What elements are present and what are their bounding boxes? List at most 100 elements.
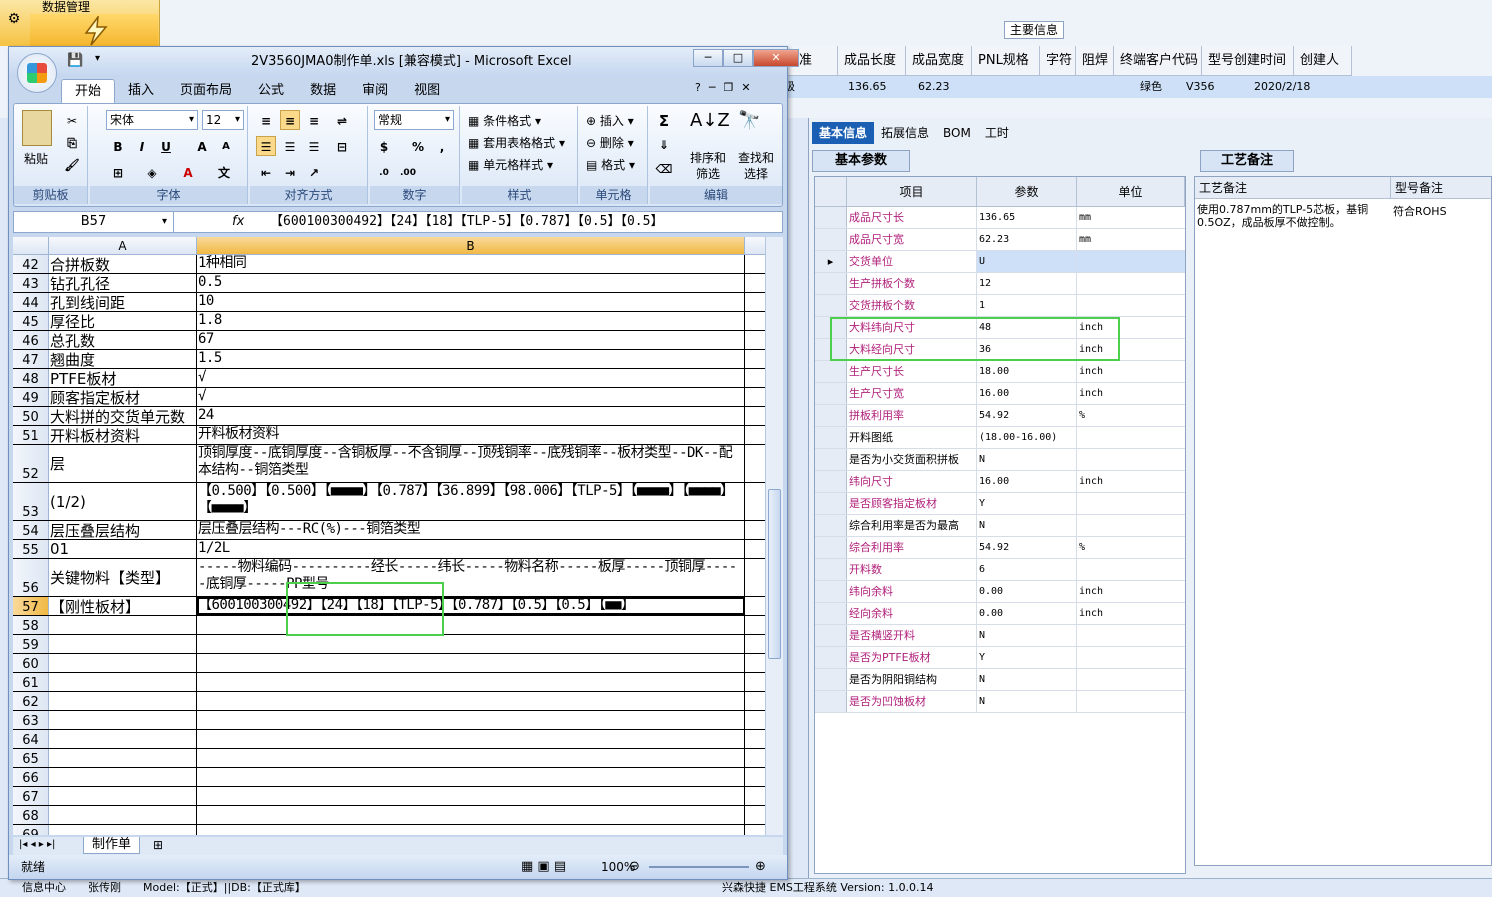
product-col-5[interactable]: 阻焊 (1076, 46, 1114, 75)
row-number[interactable]: 53 (13, 483, 49, 520)
cell-a[interactable]: PTFE板材 (49, 369, 197, 387)
row-number[interactable]: 50 (13, 407, 49, 425)
select-all-corner[interactable] (13, 237, 49, 254)
currency-icon[interactable]: $ (374, 136, 394, 156)
product-col-4[interactable]: 字符 (1040, 46, 1076, 75)
cell-a[interactable] (49, 749, 197, 767)
row-number[interactable]: 54 (13, 521, 49, 539)
param-unit[interactable] (1077, 295, 1185, 316)
cell-a[interactable]: 【刚性板材】 (49, 597, 197, 615)
cell-b[interactable]: 开料板材资料 (197, 426, 745, 444)
view-mode-icons[interactable]: ▦ ▣ ▤ (521, 855, 566, 879)
cell-b[interactable] (197, 635, 745, 653)
param-unit[interactable]: mm (1077, 207, 1185, 228)
minimize-button[interactable]: ─ (693, 49, 723, 67)
param-row[interactable]: 生产拼板个数 12 (815, 273, 1185, 295)
row-number[interactable]: 61 (13, 673, 49, 691)
align-center-icon[interactable]: ☰ (280, 136, 300, 156)
param-row[interactable]: 成品尺寸长 136.65 mm (815, 207, 1185, 229)
param-value[interactable]: N (977, 691, 1077, 712)
row-number[interactable]: 56 (13, 559, 49, 596)
row-number[interactable]: 60 (13, 654, 49, 672)
cell-a[interactable]: 厚径比 (49, 312, 197, 330)
param-row[interactable]: 拼板利用率 54.92% (815, 405, 1185, 427)
function-icon[interactable]: fx (232, 212, 244, 232)
sheet-nav-icons[interactable]: |◂ ◂ ▸ ▸| (19, 837, 55, 853)
format-cells-button[interactable]: ▤ 格式 ▾ (586, 156, 635, 173)
sort-filter-button[interactable]: 排序和筛选 (686, 150, 730, 182)
format-painter-icon[interactable]: 🖌 (62, 154, 82, 174)
fill-color-icon[interactable]: ◈ (142, 162, 162, 182)
process-memo-text[interactable]: 使用0.787mm的TLP-5芯板，基铜0.5OZ，成品板厚不做控制。 (1197, 203, 1387, 229)
param-unit[interactable]: % (1077, 405, 1185, 426)
cell-a[interactable] (49, 692, 197, 710)
align-bottom-icon[interactable]: ≡ (304, 110, 324, 130)
table-format-button[interactable]: ▦ 套用表格格式 ▾ (468, 134, 565, 151)
product-col-6[interactable]: 终端客户代码 (1114, 46, 1202, 75)
param-row[interactable]: 成品尺寸宽 62.23 mm (815, 229, 1185, 251)
param-unit[interactable] (1077, 669, 1185, 690)
column-header-b[interactable]: B (197, 237, 745, 254)
cell-a[interactable] (49, 730, 197, 748)
row-number[interactable]: 57 (13, 597, 49, 615)
param-row[interactable]: 是否为小交货面积拼板 N (815, 449, 1185, 471)
cell-a[interactable] (49, 635, 197, 653)
col-unit[interactable]: 单位 (1077, 177, 1185, 206)
tab-data[interactable]: 数据 (297, 79, 349, 104)
param-unit[interactable] (1077, 251, 1185, 272)
tab-extended-info[interactable]: 拓展信息 (874, 122, 936, 144)
cell-b[interactable]: 67 (197, 331, 745, 349)
zoom-in-icon[interactable]: ⊕ (755, 855, 766, 879)
row-number[interactable]: 52 (13, 445, 49, 482)
insert-cells-button[interactable]: ⊕ 插入 ▾ (586, 112, 634, 129)
tab-home[interactable]: 开始 (61, 79, 116, 104)
find-select-button[interactable]: 查找和选择 (734, 150, 778, 182)
cell-a[interactable]: 大料拼的交货单元数 (49, 407, 197, 425)
col-param[interactable]: 参数 (977, 177, 1077, 206)
cell-a[interactable]: 层压叠层结构 (49, 521, 197, 539)
param-value[interactable]: 136.65 (977, 207, 1077, 228)
cell-a[interactable] (49, 616, 197, 634)
row-number[interactable]: 66 (13, 768, 49, 786)
cell-b[interactable] (197, 673, 745, 691)
row-number[interactable]: 62 (13, 692, 49, 710)
param-value[interactable]: 1 (977, 295, 1077, 316)
number-format-combo[interactable]: 常规 (374, 110, 454, 130)
office-button[interactable] (17, 53, 57, 93)
param-unit[interactable] (1077, 625, 1185, 646)
cell-a[interactable]: 开料板材资料 (49, 426, 197, 444)
param-unit[interactable] (1077, 273, 1185, 294)
cell-b[interactable]: √ (197, 388, 745, 406)
cell-b[interactable]: 24 (197, 407, 745, 425)
row-number[interactable]: 68 (13, 806, 49, 824)
save-icon[interactable]: 💾 (67, 53, 83, 68)
cell-b[interactable] (197, 654, 745, 672)
ribbon-close-icon[interactable]: ✕ (741, 81, 750, 94)
param-value[interactable]: N (977, 449, 1077, 470)
cell-a[interactable] (49, 806, 197, 824)
param-value[interactable]: 0.00 (977, 603, 1077, 624)
merge-icon[interactable]: ⊟ (332, 136, 352, 156)
ribbon-restore-icon[interactable]: ❐ (723, 81, 733, 94)
row-number[interactable]: 67 (13, 787, 49, 805)
row-number[interactable]: 64 (13, 730, 49, 748)
row-number[interactable]: 49 (13, 388, 49, 406)
zoom-out-icon[interactable]: ⊖ (629, 855, 640, 879)
phonetic-icon[interactable]: 文 (214, 162, 234, 182)
tab-work-hours[interactable]: 工时 (978, 122, 1016, 144)
param-value[interactable]: N (977, 625, 1077, 646)
ribbon-minimize-icon[interactable]: ─ (709, 81, 716, 94)
tab-review[interactable]: 审阅 (349, 79, 401, 104)
row-number[interactable]: 58 (13, 616, 49, 634)
cell-b[interactable]: -----物料编码----------经长-----纬长-----物料名称---… (197, 559, 745, 596)
param-row[interactable]: 是否为阴阳铜结构 N (815, 669, 1185, 691)
param-row[interactable]: 经向余料 0.00 inch (815, 603, 1185, 625)
cell-a[interactable] (49, 711, 197, 729)
cell-a[interactable]: 总孔数 (49, 331, 197, 349)
shrink-font-icon[interactable]: A (216, 136, 236, 156)
underline-icon[interactable]: U (156, 136, 176, 156)
autosum-icon[interactable]: Σ (654, 110, 674, 130)
cell-a[interactable]: 孔到线间距 (49, 293, 197, 311)
row-number[interactable]: 65 (13, 749, 49, 767)
cell-a[interactable] (49, 768, 197, 786)
